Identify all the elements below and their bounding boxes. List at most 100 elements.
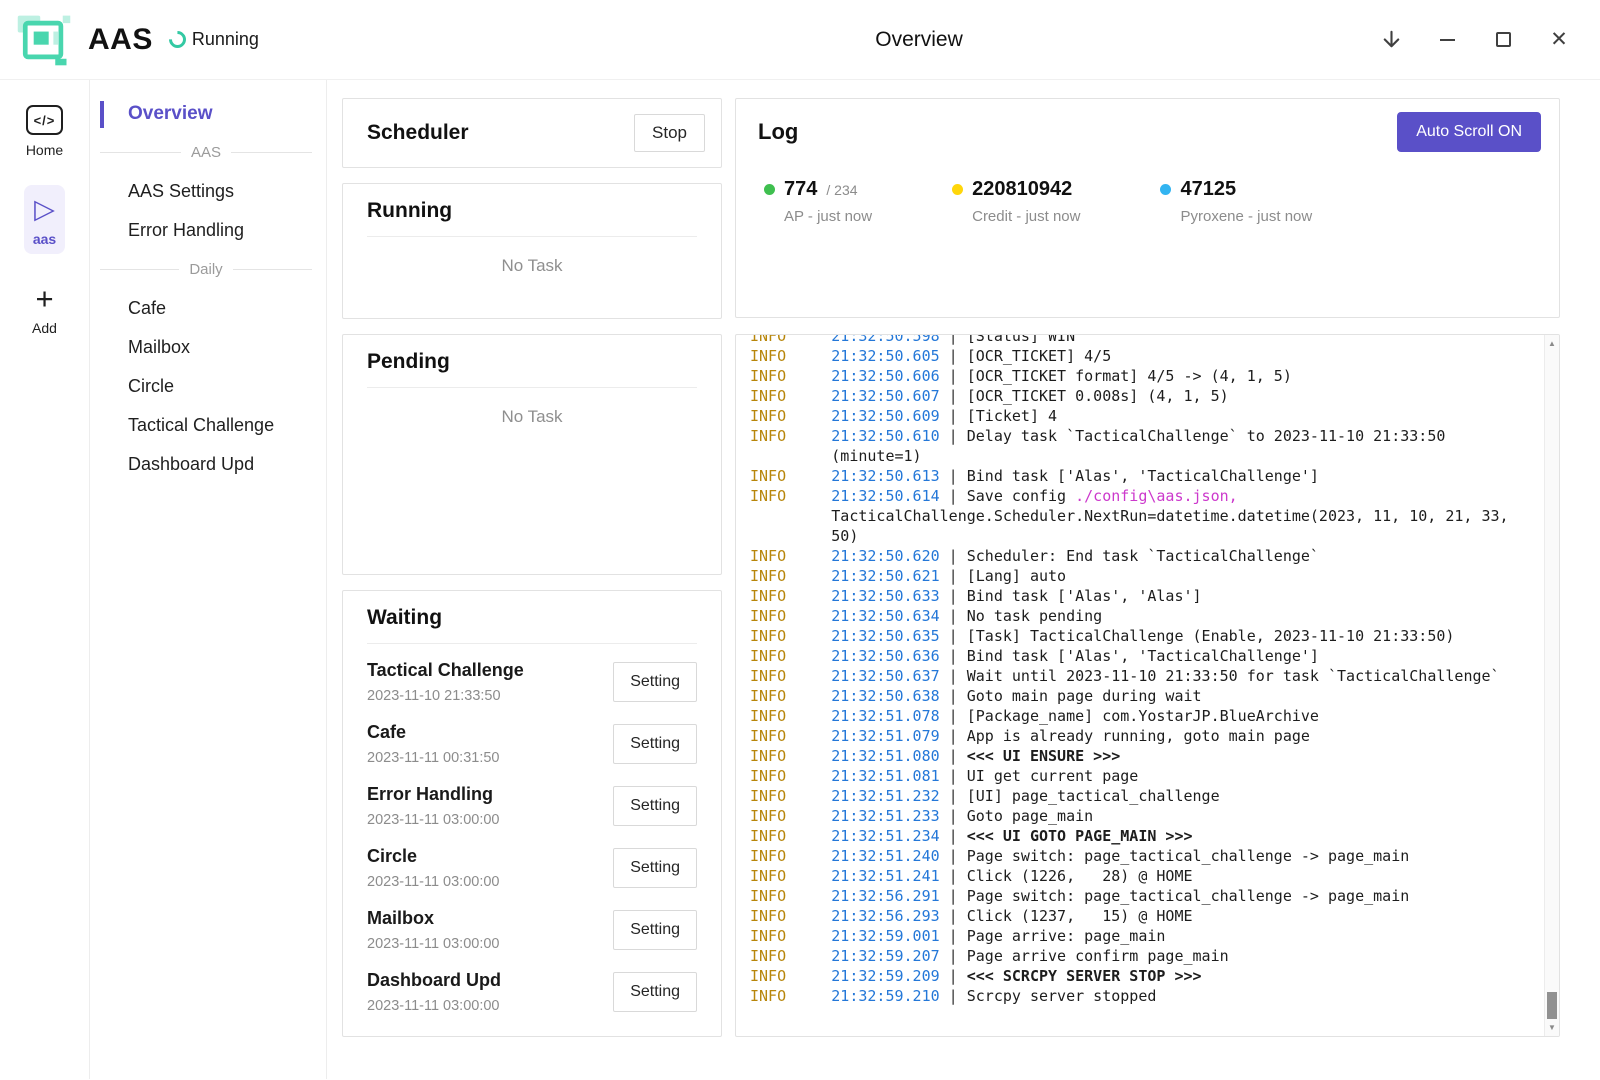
sidebar-item-label: Overview [128, 103, 213, 124]
log-line: INFO 21:32:51.081 | UI get current page [750, 766, 1513, 786]
log-message: Scrcpy server stopped [967, 987, 1157, 1005]
scrollbar-thumb[interactable] [1547, 992, 1557, 1019]
log-message: Bind task ['Alas', 'Alas'] [967, 587, 1202, 605]
rail-item-aas[interactable]: ▷ aas [24, 185, 65, 254]
log-separator: | [940, 407, 967, 425]
log-time: 21:32:56.291 [831, 887, 939, 905]
log-message: Page arrive confirm page_main [967, 947, 1229, 965]
maximize-button[interactable] [1490, 27, 1516, 53]
stat-top-row: 774/ 234 [764, 178, 872, 201]
stat-dot-icon [764, 184, 775, 195]
log-message: Wait until 2023-11-10 21:33:50 for task … [967, 667, 1500, 685]
task-next-run: 2023-11-11 00:31:50 [367, 750, 500, 766]
task-setting-button[interactable]: Setting [613, 724, 697, 764]
icon-rail: </> Home ▷ aas + Add [0, 80, 90, 1079]
log-level: INFO [750, 627, 786, 645]
sidebar-item-error-handling[interactable]: Error Handling [100, 211, 312, 250]
sidebar-item-mailbox[interactable]: Mailbox [100, 328, 312, 367]
log-time: 21:32:50.633 [831, 587, 939, 605]
log-scrollbar[interactable]: ▲ ▼ [1544, 335, 1559, 1036]
update-arrow-icon[interactable] [1378, 27, 1404, 53]
log-level: INFO [750, 727, 786, 745]
stop-button[interactable]: Stop [634, 114, 705, 152]
waiting-task-row: Cafe2023-11-11 00:31:50Setting [367, 713, 697, 775]
sidebar-item-overview[interactable]: Overview [100, 96, 312, 133]
task-setting-button[interactable]: Setting [613, 910, 697, 950]
rail-item-home[interactable]: </> Home [17, 96, 72, 165]
log-time: 21:32:51.234 [831, 827, 939, 845]
stat-item: 47125Pyroxene - just now [1160, 178, 1312, 225]
log-separator: | [940, 847, 967, 865]
log-separator: | [940, 947, 967, 965]
log-message: Page switch: page_tactical_challenge -> … [967, 847, 1410, 865]
log-line: INFO 21:32:59.210 | Scrcpy server stoppe… [750, 986, 1513, 1006]
log-line: INFO 21:32:50.634 | No task pending [750, 606, 1513, 626]
log-separator: | [940, 887, 967, 905]
close-button[interactable]: ✕ [1546, 27, 1572, 53]
nav-group-divider: Daily [100, 261, 312, 278]
log-separator: | [940, 387, 967, 405]
auto-scroll-button[interactable]: Auto Scroll ON [1397, 112, 1541, 152]
scroll-up-arrow-icon[interactable]: ▲ [1545, 339, 1559, 348]
log-output-panel[interactable]: INFO 21:32:50.598 | [Status] WININFO 21:… [735, 334, 1560, 1037]
log-level: INFO [750, 667, 786, 685]
running-spinner-icon [165, 27, 189, 51]
log-level: INFO [750, 827, 786, 845]
log-line: INFO 21:32:51.078 | [Package_name] com.Y… [750, 706, 1513, 726]
log-line: INFO 21:32:50.613 | Bind task ['Alas', '… [750, 466, 1513, 486]
log-line: INFO 21:32:51.240 | Page switch: page_ta… [750, 846, 1513, 866]
rail-add-label: Add [32, 320, 57, 336]
pending-card: Pending No Task [342, 334, 722, 575]
task-setting-button[interactable]: Setting [613, 972, 697, 1012]
task-next-run: 2023-11-11 03:00:00 [367, 812, 500, 828]
play-icon: ▷ [34, 196, 55, 223]
sidebar-item-aas-settings[interactable]: AAS Settings [100, 172, 312, 211]
task-next-run: 2023-11-10 21:33:50 [367, 688, 524, 704]
log-line: INFO 21:32:50.607 | [OCR_TICKET 0.008s] … [750, 386, 1513, 406]
divider-line [100, 269, 179, 270]
task-setting-button[interactable]: Setting [613, 848, 697, 888]
log-stats: 774/ 234AP - just now220810942Credit - j… [758, 178, 1541, 225]
sidebar-item-circle[interactable]: Circle [100, 367, 312, 406]
task-next-run: 2023-11-11 03:00:00 [367, 936, 500, 952]
log-level: INFO [750, 927, 786, 945]
task-setting-button[interactable]: Setting [613, 662, 697, 702]
minimize-button[interactable] [1434, 27, 1460, 53]
task-name: Circle [367, 846, 500, 867]
home-icon: </> [26, 105, 63, 135]
log-message: UI get current page [967, 767, 1139, 785]
log-time: 21:32:59.001 [831, 927, 939, 945]
task-setting-button[interactable]: Setting [613, 786, 697, 826]
log-line: INFO 21:32:50.598 | [Status] WIN [750, 334, 1513, 346]
log-time: 21:32:50.598 [831, 334, 939, 345]
log-time: 21:32:50.609 [831, 407, 939, 425]
log-message: Click (1226, 28) @ HOME [967, 867, 1193, 885]
log-message: [Task] TacticalChallenge (Enable, 2023-1… [967, 627, 1455, 645]
main-area: </> Home ▷ aas + Add Overview AAS AAS Set… [0, 80, 1600, 1079]
sidebar-item-dashboard-upd[interactable]: Dashboard Upd [100, 445, 312, 484]
status-text: Running [192, 29, 259, 50]
log-message: [Status] WIN [967, 334, 1075, 345]
log-line: INFO 21:32:51.241 | Click (1226, 28) @ H… [750, 866, 1513, 886]
log-output: INFO 21:32:50.598 | [Status] WININFO 21:… [736, 334, 1513, 1006]
log-line: INFO 21:32:50.621 | [Lang] auto [750, 566, 1513, 586]
log-time: 21:32:56.293 [831, 907, 939, 925]
scroll-down-arrow-icon[interactable]: ▼ [1545, 1023, 1559, 1032]
running-card: Running No Task [342, 183, 722, 319]
sidebar-item-tactical-challenge[interactable]: Tactical Challenge [100, 406, 312, 445]
log-separator: | [940, 647, 967, 665]
minimize-icon [1440, 39, 1455, 41]
waiting-card: Waiting Tactical Challenge2023-11-10 21:… [342, 590, 722, 1037]
log-separator: | [940, 667, 967, 685]
log-level: INFO [750, 747, 786, 765]
log-line: INFO 21:32:50.638 | Goto main page durin… [750, 686, 1513, 706]
log-line: INFO 21:32:56.293 | Click (1237, 15) @ H… [750, 906, 1513, 926]
log-message: [Ticket] 4 [967, 407, 1057, 425]
nav-group-title: AAS [191, 144, 221, 161]
sidebar-item-cafe[interactable]: Cafe [100, 289, 312, 328]
log-line: INFO 21:32:50.637 | Wait until 2023-11-1… [750, 666, 1513, 686]
rail-item-add[interactable]: + Add [23, 274, 66, 343]
status-indicator: Running [169, 29, 259, 50]
log-separator: | [940, 967, 967, 985]
divider-line [231, 152, 312, 153]
